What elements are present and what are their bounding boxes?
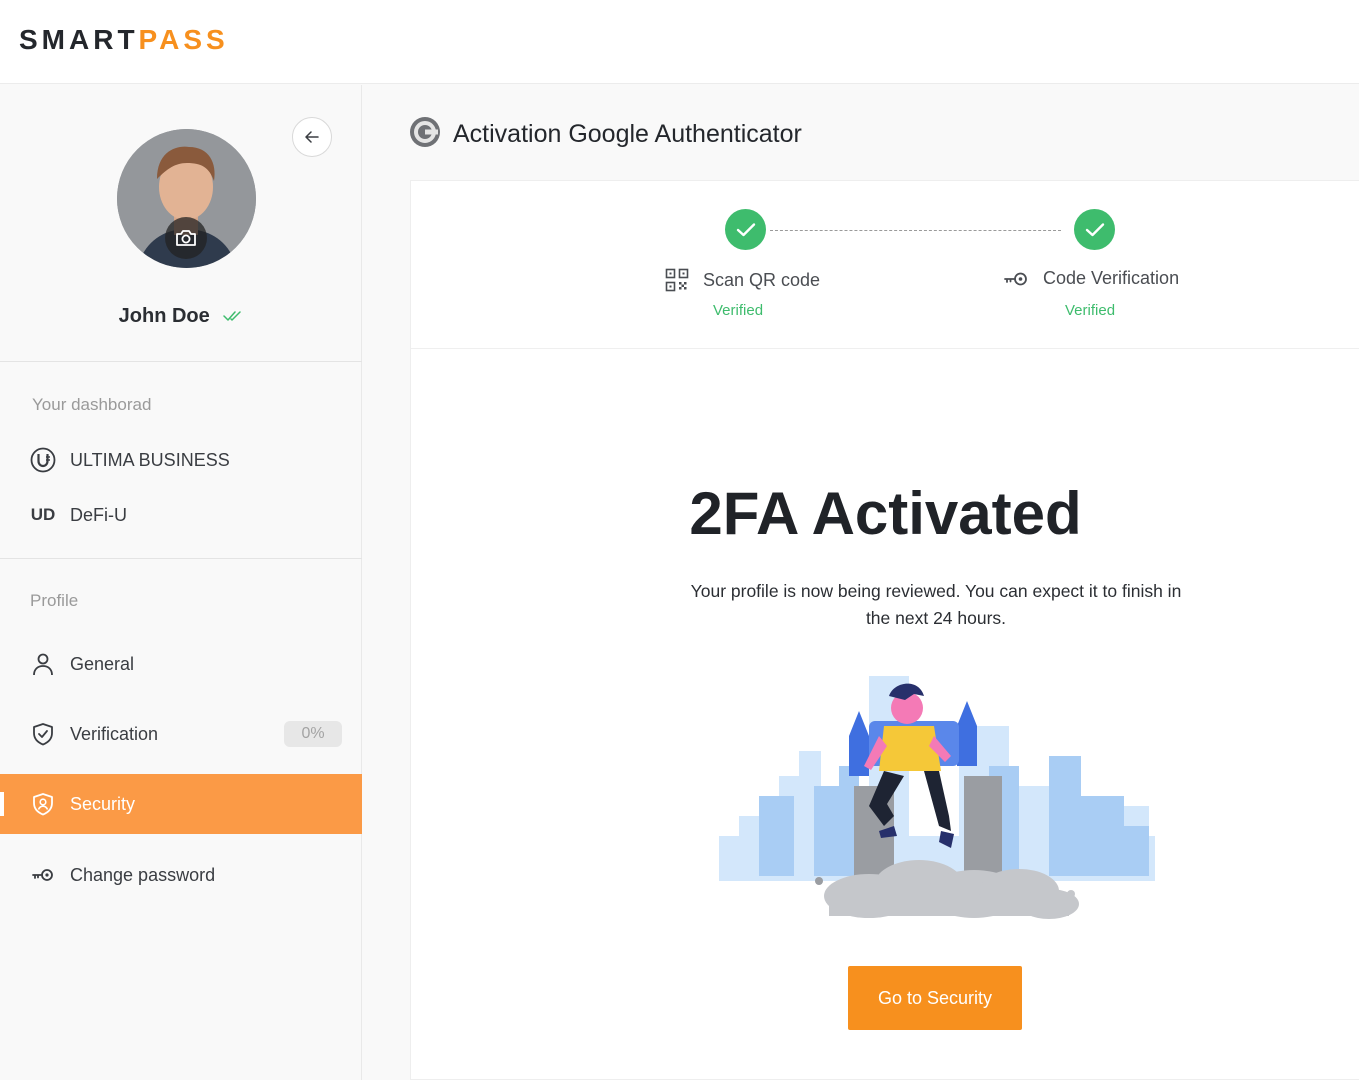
- sidebar-item-label: ULTIMA BUSINESS: [70, 449, 230, 470]
- step-1-complete-icon: [725, 209, 766, 250]
- camera-icon: [176, 230, 196, 246]
- user-name: John Doe: [118, 305, 210, 327]
- double-check-icon: [223, 305, 243, 328]
- go-to-security-button[interactable]: Go to Security: [848, 966, 1022, 1030]
- key-icon: [30, 862, 56, 888]
- user-icon: [30, 651, 56, 677]
- avatar: [117, 129, 256, 268]
- step-1-label: Scan QR code: [703, 269, 821, 290]
- sidebar-item-label: DeFi-U: [70, 504, 127, 525]
- step-2-complete-icon: [1074, 209, 1115, 250]
- jetpack-illustration: [719, 666, 1155, 926]
- top-bar: SMARTPASS: [0, 0, 1359, 84]
- verification-progress-badge: 0%: [284, 721, 342, 747]
- ud-icon: UD: [30, 505, 56, 524]
- step-2: Code Verification: [1003, 268, 1179, 289]
- sidebar-item-security[interactable]: Security: [0, 774, 362, 834]
- step-2-label: Code Verification: [1043, 268, 1180, 288]
- activation-card: Scan QR code Verified Code Verification …: [410, 180, 1359, 1080]
- step-1-status: Verified: [713, 302, 764, 319]
- page-header: Activation Google Authenticator: [409, 116, 802, 153]
- arrow-left-icon: [305, 131, 319, 143]
- sidebar-item-defi-u[interactable]: UD DeFi-U: [0, 485, 362, 545]
- dashboard-section-label: Your dashborad: [32, 395, 152, 414]
- google-authenticator-icon: [409, 116, 441, 153]
- step-connector: [770, 230, 1061, 231]
- key-icon: [1003, 271, 1029, 287]
- qr-code-icon: [665, 268, 689, 292]
- step-2-status: Verified: [1065, 302, 1116, 319]
- sidebar-item-label: Security: [70, 793, 136, 814]
- sidebar-item-label: Verification: [70, 723, 159, 744]
- sidebar-item-change-password[interactable]: Change password: [0, 845, 362, 905]
- profile-section-label: Profile: [30, 591, 79, 610]
- sidebar-item-general[interactable]: General: [0, 634, 362, 694]
- sidebar-item-label: General: [70, 653, 135, 674]
- divider: [0, 558, 362, 559]
- change-photo-button[interactable]: [165, 217, 207, 259]
- result-title: 2FA Activated: [689, 480, 1082, 547]
- user-name-row: John Doe: [0, 305, 362, 328]
- step-1: Scan QR code: [665, 268, 820, 292]
- main-content: Activation Google Authenticator Scan QR …: [363, 85, 1359, 1080]
- sidebar-item-ultima-business[interactable]: ULTIMA BUSINESS: [0, 430, 362, 490]
- collapse-sidebar-button[interactable]: [292, 117, 332, 157]
- sidebar: John Doe Your dashborad ULTIMA BUSINESS …: [0, 85, 362, 1080]
- shield-user-icon: [30, 791, 56, 817]
- divider: [0, 361, 362, 362]
- sidebar-item-label: Change password: [70, 864, 216, 885]
- shield-icon: [30, 721, 56, 747]
- steps-progress: Scan QR code Verified Code Verification …: [411, 181, 1359, 349]
- smartpass-logo[interactable]: SMARTPASS: [19, 24, 229, 56]
- result-description: Your profile is now being reviewed. You …: [690, 581, 1182, 628]
- sidebar-item-verification[interactable]: Verification 0%: [0, 704, 362, 764]
- ultima-icon: [30, 447, 56, 473]
- page-title: Activation Google Authenticator: [453, 119, 802, 148]
